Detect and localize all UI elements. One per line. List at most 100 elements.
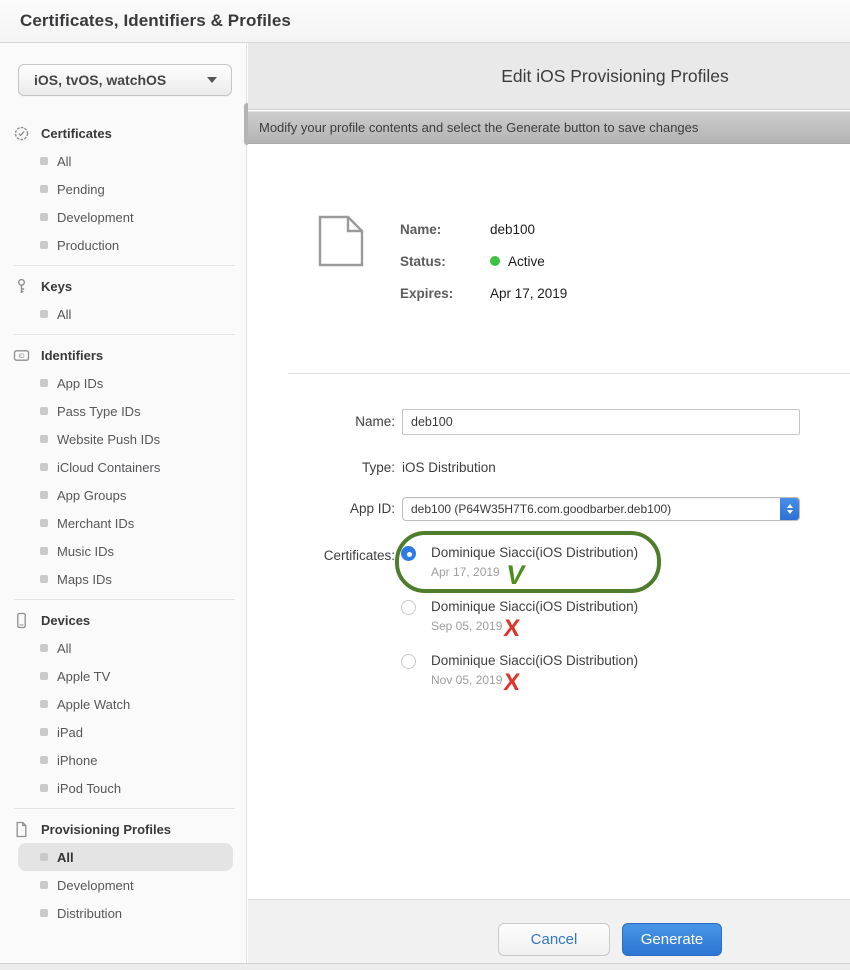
svg-text:ID: ID [18,353,25,360]
sidebar-item-label: iCloud Containers [57,460,160,475]
bullet-icon [40,575,48,583]
bullet-icon [40,853,48,861]
summary-name-label: Name: [400,222,490,237]
sidebar-item-certificates-all[interactable]: All [0,147,247,175]
platform-selector[interactable]: iOS, tvOS, watchOS [18,64,232,96]
bullet-icon [40,784,48,792]
certificate-option-2: Dominique Siacci(iOS Distribution) Sep 0… [401,599,638,633]
sidebar-item-music-ids[interactable]: Music IDs [0,537,247,565]
sidebar-section-keys: Keys [0,272,247,300]
notice-text: Modify your profile contents and select … [259,120,698,135]
certificate-name: Dominique Siacci(iOS Distribution) [431,653,638,669]
sidebar-divider [14,334,235,335]
summary-expires-label: Expires: [400,286,490,301]
certificate-option-3: Dominique Siacci(iOS Distribution) Nov 0… [401,653,638,687]
sidebar-item-label: Merchant IDs [57,516,134,531]
sidebar-item-maps-ids[interactable]: Maps IDs [0,565,247,593]
sidebar-item-label: App IDs [57,376,103,391]
sidebar-item-label: Maps IDs [57,572,112,587]
id-badge-icon: ID [13,347,30,364]
certificate-date: Nov 05, 2019 [431,673,502,687]
sidebar-item-ipod-touch[interactable]: iPod Touch [0,774,247,802]
sidebar-item-profiles-development[interactable]: Development [0,871,247,899]
sidebar-item-apple-tv[interactable]: Apple TV [0,662,247,690]
sidebar-item-label: Apple Watch [57,697,130,712]
bullet-icon [40,407,48,415]
sidebar-item-profiles-distribution[interactable]: Distribution [0,899,247,927]
sidebar-divider [14,599,235,600]
certificate-date: Sep 05, 2019 [431,619,502,633]
bullet-icon [40,185,48,193]
summary-row-name: Name: deb100 [400,219,535,239]
certificate-radio-selected[interactable] [401,546,416,561]
page-title: Edit iOS Provisioning Profiles [501,66,729,87]
generate-button[interactable]: Generate [622,923,722,956]
sidebar-item-label: All [57,307,71,322]
certificate-name: Dominique Siacci(iOS Distribution) [431,545,638,561]
profile-document-icon [318,215,364,267]
app-id-select[interactable]: deb100 (P64W35H7T6.com.goodbarber.deb100… [402,497,800,521]
sidebar-item-iphone[interactable]: iPhone [0,746,247,774]
sidebar-section-provisioning-profiles: Provisioning Profiles [0,815,247,843]
sidebar-item-icloud-containers[interactable]: iCloud Containers [0,453,247,481]
type-field-label: Type: [248,460,395,475]
summary-status-value: Active [490,254,545,269]
bullet-icon [40,547,48,555]
certificate-date-line: Sep 05, 2019 X [431,619,638,633]
summary-row-expires: Expires: Apr 17, 2019 [400,283,567,303]
sidebar-section-label: Certificates [41,126,112,141]
bullet-icon [40,700,48,708]
sidebar-section-identifiers: ID Identifiers [0,341,247,369]
sidebar-item-certificates-development[interactable]: Development [0,203,247,231]
sidebar-item-website-push-ids[interactable]: Website Push IDs [0,425,247,453]
certificate-radio[interactable] [401,654,416,669]
app-header: Certificates, Identifiers & Profiles [0,0,850,43]
sidebar-item-certificates-pending[interactable]: Pending [0,175,247,203]
select-stepper-icon [780,497,799,521]
app-title: Certificates, Identifiers & Profiles [20,11,291,31]
summary-name-value: deb100 [490,222,535,237]
certificate-date: Apr 17, 2019 [431,565,500,579]
sidebar-section-label: Devices [41,613,90,628]
sidebar-item-merchant-ids[interactable]: Merchant IDs [0,509,247,537]
sidebar-item-keys-all[interactable]: All [0,300,247,328]
sidebar-item-apple-watch[interactable]: Apple Watch [0,690,247,718]
sidebar-item-certificates-production[interactable]: Production [0,231,247,259]
key-icon [13,278,30,295]
sidebar-item-profiles-all[interactable]: All [18,843,233,871]
sidebar-section-label: Keys [41,279,72,294]
certificate-option-text: Dominique Siacci(iOS Distribution) Sep 0… [422,599,638,633]
sidebar-item-app-groups[interactable]: App Groups [0,481,247,509]
certificate-option-text: Dominique Siacci(iOS Distribution) Apr 1… [422,545,638,579]
sidebar-item-label: Music IDs [57,544,114,559]
sidebar-item-label: iPad [57,725,83,740]
sidebar-item-app-ids[interactable]: App IDs [0,369,247,397]
type-value: iOS Distribution [402,460,496,475]
app-id-selected-value: deb100 (P64W35H7T6.com.goodbarber.deb100… [403,502,671,516]
sidebar-item-label: All [57,154,71,169]
bullet-icon [40,435,48,443]
summary-expires-value: Apr 17, 2019 [490,286,567,301]
chevron-down-icon [207,77,217,83]
cancel-button[interactable]: Cancel [498,923,610,956]
chevron-up-icon [787,504,793,508]
document-icon [13,821,30,838]
name-input[interactable] [402,409,800,435]
status-dot-icon [490,256,500,266]
sidebar-item-label: Distribution [57,906,122,921]
summary-row-status: Status: Active [400,251,545,271]
content-divider [288,373,850,374]
sidebar-item-pass-type-ids[interactable]: Pass Type IDs [0,397,247,425]
bullet-icon [40,491,48,499]
certificate-option-1: Dominique Siacci(iOS Distribution) Apr 1… [401,545,638,579]
green-check-annotation: V [505,568,525,582]
sidebar-item-devices-all[interactable]: All [0,634,247,662]
bullet-icon [40,310,48,318]
sidebar-item-ipad[interactable]: iPad [0,718,247,746]
sidebar-divider [14,265,235,266]
certificates-field-label: Certificates: [248,548,395,563]
certificate-radio[interactable] [401,600,416,615]
name-field-label: Name: [248,414,395,429]
red-cross-annotation: X [503,676,520,690]
sidebar-item-label: Production [57,238,119,253]
